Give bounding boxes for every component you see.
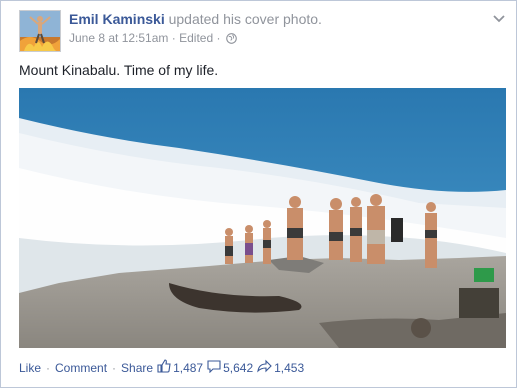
shares-stat[interactable]: 1,453 [257,359,304,376]
post-action-text: updated his cover photo. [168,11,322,27]
footer-separator: · [112,360,117,375]
post-caption: Mount Kinabalu. Time of my life. [19,62,219,78]
globe-icon[interactable] [225,33,237,48]
post-card: Emil Kaminski updated his cover photo. J… [0,0,517,388]
post-header: Emil Kaminski updated his cover photo. J… [69,10,486,48]
post-timestamp[interactable]: June 8 at 12:51am [69,31,168,45]
share-link[interactable]: Share [121,361,153,375]
comments-count: 5,642 [223,360,254,375]
comments-stat[interactable]: 5,642 [207,359,253,376]
likes-stat[interactable]: 1,487 [157,359,203,376]
author-avatar[interactable] [19,10,61,52]
chevron-down-icon[interactable] [492,11,506,23]
meta-separator: · [216,31,221,45]
thumbs-up-icon [157,359,173,376]
footer-separator: · [46,360,51,375]
shares-count: 1,453 [274,360,305,375]
meta-separator: · [171,31,176,45]
share-arrow-icon [257,359,274,376]
post-footer: Like · Comment · Share 1,487 5,642 1,453 [19,359,304,376]
post-title-line: Emil Kaminski updated his cover photo. [69,10,486,28]
post-meta: June 8 at 12:51am · Edited · [69,31,486,48]
likes-count: 1,487 [173,360,204,375]
edited-label[interactable]: Edited [179,31,213,45]
comment-link[interactable]: Comment [55,361,107,375]
cover-photo[interactable] [19,88,506,348]
author-name[interactable]: Emil Kaminski [69,11,165,27]
comment-bubble-icon [207,359,223,376]
like-link[interactable]: Like [19,361,41,375]
